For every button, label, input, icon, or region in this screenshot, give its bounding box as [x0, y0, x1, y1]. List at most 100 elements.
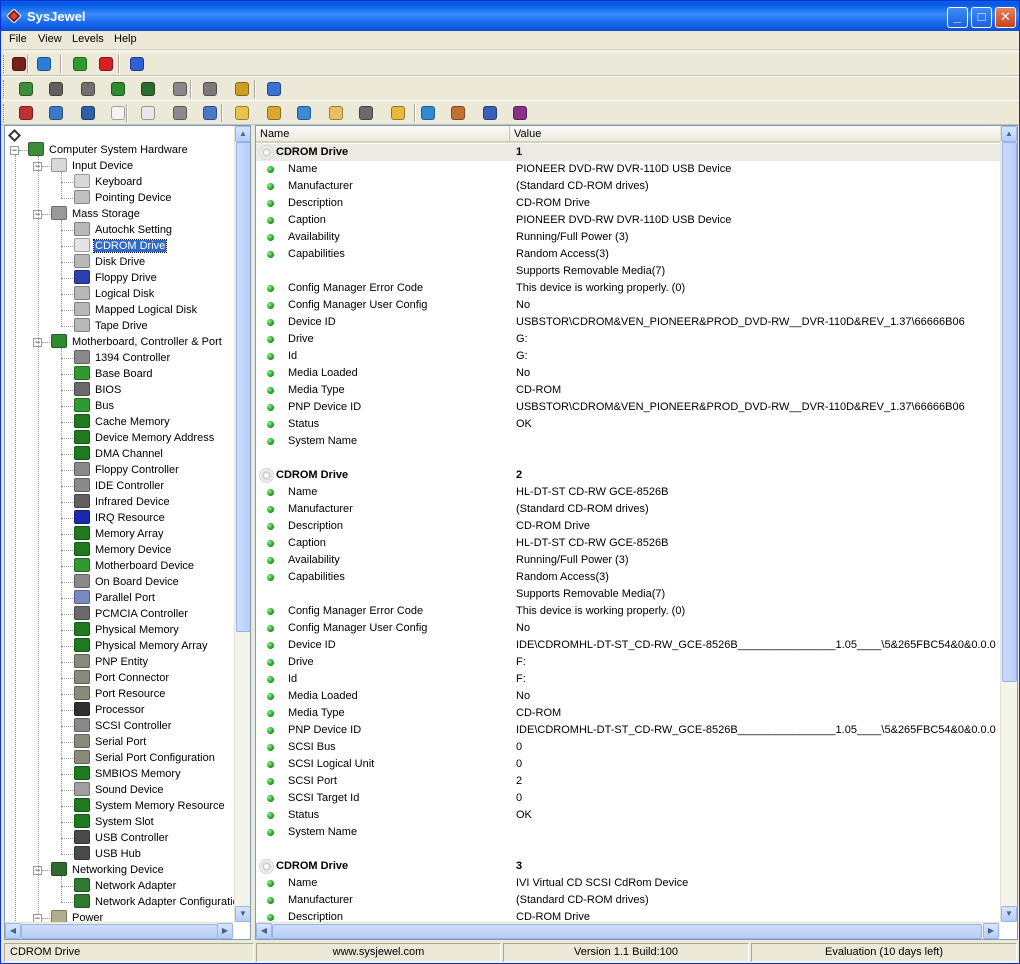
tree-expander[interactable]: −	[10, 146, 19, 155]
info-button[interactable]	[128, 55, 146, 73]
property-row[interactable]: Availability Running/Full Power (3)	[256, 229, 1001, 246]
tree-item[interactable]: Parallel Port	[74, 590, 156, 606]
property-row[interactable]: Capabilities Random Access(3)	[256, 569, 1001, 586]
property-row[interactable]: Name IVI Virtual CD SCSI CdRom Device	[256, 875, 1001, 892]
tree-item[interactable]: IRQ Resource	[74, 510, 166, 526]
tree-item[interactable]: IDE Controller	[74, 478, 165, 494]
tree-item[interactable]: Motherboard, Controller & Port	[51, 334, 223, 350]
scroll-up-button[interactable]: ▲	[235, 126, 250, 142]
tree-item[interactable]: Disk Drive	[74, 254, 146, 270]
property-row[interactable]: Media Type CD-ROM	[256, 382, 1001, 399]
tree-item[interactable]: SCSI Controller	[74, 718, 172, 734]
download-button[interactable]	[265, 104, 283, 122]
property-row[interactable]: Availability Running/Full Power (3)	[256, 552, 1001, 569]
device-section-row[interactable]: CDROM Drive 1	[256, 144, 1001, 161]
property-row[interactable]: PNP Device ID USBSTOR\CDROM&VEN_PIONEER&P…	[256, 399, 1001, 416]
tree-item[interactable]: Bus	[74, 398, 115, 414]
tree-item[interactable]: Base Board	[74, 366, 153, 382]
maximize-button[interactable]: □	[971, 7, 992, 28]
tree-item[interactable]: Autochk Setting	[74, 222, 173, 238]
property-row[interactable]: Device ID IDE\CDROMHL-DT-ST_CD-RW_GCE-852…	[256, 637, 1001, 654]
property-row[interactable]: Manufacturer (Standard CD-ROM drives)	[256, 501, 1001, 518]
scroll-thumb[interactable]	[1002, 142, 1017, 682]
scroll-right-button[interactable]: ▶	[983, 923, 999, 939]
column-header-value[interactable]: Value	[510, 126, 1001, 143]
toolbar-grip[interactable]	[3, 80, 6, 98]
tools-button[interactable]	[295, 104, 313, 122]
gear-button[interactable]	[357, 104, 375, 122]
tree-item[interactable]: System Memory Resource	[74, 798, 226, 814]
property-row[interactable]: Caption PIONEER DVD-RW DVR-110D USB Devic…	[256, 212, 1001, 229]
scroll-down-button[interactable]: ▼	[1001, 906, 1017, 922]
property-row[interactable]: Drive G:	[256, 331, 1001, 348]
refresh-button[interactable]	[71, 55, 89, 73]
copy-button[interactable]	[139, 104, 157, 122]
menu-view[interactable]: View	[38, 33, 62, 45]
video-button[interactable]	[233, 80, 251, 98]
tree-item[interactable]: BIOS	[74, 382, 122, 398]
tree-item[interactable]: Port Resource	[74, 686, 166, 702]
tree-item[interactable]: Serial Port Configuration	[74, 750, 216, 766]
menu-file[interactable]: File	[9, 33, 27, 45]
device-section-row[interactable]: CDROM Drive 2	[256, 467, 1001, 484]
registry-button[interactable]	[171, 104, 189, 122]
property-row[interactable]: SCSI Logical Unit 0	[256, 756, 1001, 773]
mass-storage-button[interactable]	[79, 80, 97, 98]
tree-item[interactable]: Tape Drive	[74, 318, 149, 334]
property-row[interactable]: Media Loaded No	[256, 365, 1001, 382]
property-row[interactable]: Config Manager Error Code This device is …	[256, 603, 1001, 620]
input-device-button[interactable]	[47, 80, 65, 98]
minimize-button[interactable]: _	[947, 7, 968, 28]
property-row[interactable]: Status OK	[256, 416, 1001, 433]
property-row[interactable]: Media Type CD-ROM	[256, 705, 1001, 722]
property-list[interactable]: Name Value CDROM Drive 1 Name PIONEER DVD-R…	[255, 125, 1018, 940]
property-row[interactable]: SCSI Target Id 0	[256, 790, 1001, 807]
tree-item[interactable]: Pointing Device	[74, 190, 172, 206]
tree-item[interactable]: Logical Disk	[74, 286, 155, 302]
tree-item[interactable]: 1394 Controller	[74, 350, 171, 366]
property-row[interactable]: Manufacturer (Standard CD-ROM drives)	[256, 178, 1001, 195]
property-row[interactable]: PNP Device ID IDE\CDROMHL-DT-ST_CD-RW_GCE…	[256, 722, 1001, 739]
tree-item[interactable]: Network Adapter Configuratic	[74, 894, 239, 910]
tree-item[interactable]: Port Connector	[74, 670, 170, 686]
property-row[interactable]: Supports Removable Media(7)	[256, 263, 1001, 280]
scroll-left-button[interactable]: ◀	[5, 923, 21, 939]
network-share-button[interactable]	[201, 104, 219, 122]
scroll-down-button[interactable]: ▼	[235, 906, 250, 922]
tree-item[interactable]: Keyboard	[74, 174, 143, 190]
property-row[interactable]: Config Manager User Config No	[256, 620, 1001, 637]
property-row[interactable]: Description CD-ROM Drive	[256, 195, 1001, 212]
scroll-thumb[interactable]	[21, 924, 218, 939]
tree-item[interactable]: USB Hub	[74, 846, 142, 862]
stop-button[interactable]	[97, 55, 115, 73]
mail-button[interactable]	[327, 104, 345, 122]
property-row[interactable]: Manufacturer (Standard CD-ROM drives)	[256, 892, 1001, 909]
property-row[interactable]: Device ID USBSTOR\CDROM&VEN_PIONEER&PROD_…	[256, 314, 1001, 331]
property-row[interactable]: Description CD-ROM Drive	[256, 518, 1001, 535]
scroll-thumb[interactable]	[272, 924, 982, 939]
tree-item[interactable]: Infrared Device	[74, 494, 171, 510]
property-row[interactable]: Name HL-DT-ST CD-RW GCE-8526B	[256, 484, 1001, 501]
tree-item[interactable]: Physical Memory	[74, 622, 180, 638]
list-horizontal-scrollbar[interactable]: ◀ ▶	[256, 922, 1000, 939]
tree-item[interactable]: Input Device	[51, 158, 134, 174]
network-button[interactable]	[139, 80, 157, 98]
tree-item[interactable]: Mapped Logical Disk	[74, 302, 198, 318]
property-row[interactable]: Supports Removable Media(7)	[256, 586, 1001, 603]
tree-item[interactable]: Device Memory Address	[74, 430, 215, 446]
folder-open-button[interactable]	[389, 104, 407, 122]
property-row[interactable]	[256, 841, 1001, 858]
column-header-name[interactable]: Name	[256, 126, 510, 143]
search-button[interactable]	[47, 104, 65, 122]
menu-help[interactable]: Help	[114, 33, 137, 45]
tree-item[interactable]: PCMCIA Controller	[74, 606, 189, 622]
tree-item[interactable]: Physical Memory Array	[74, 638, 208, 654]
tree-item[interactable]: DMA Channel	[74, 446, 164, 462]
tree-item[interactable]: Floppy Controller	[74, 462, 180, 478]
property-row[interactable]: Media Loaded No	[256, 688, 1001, 705]
scroll-up-button[interactable]: ▲	[1001, 126, 1017, 142]
property-row[interactable]: Id G:	[256, 348, 1001, 365]
motherboard-button[interactable]	[109, 80, 127, 98]
toolbar-grip[interactable]	[3, 55, 6, 73]
app-button[interactable]	[17, 104, 35, 122]
